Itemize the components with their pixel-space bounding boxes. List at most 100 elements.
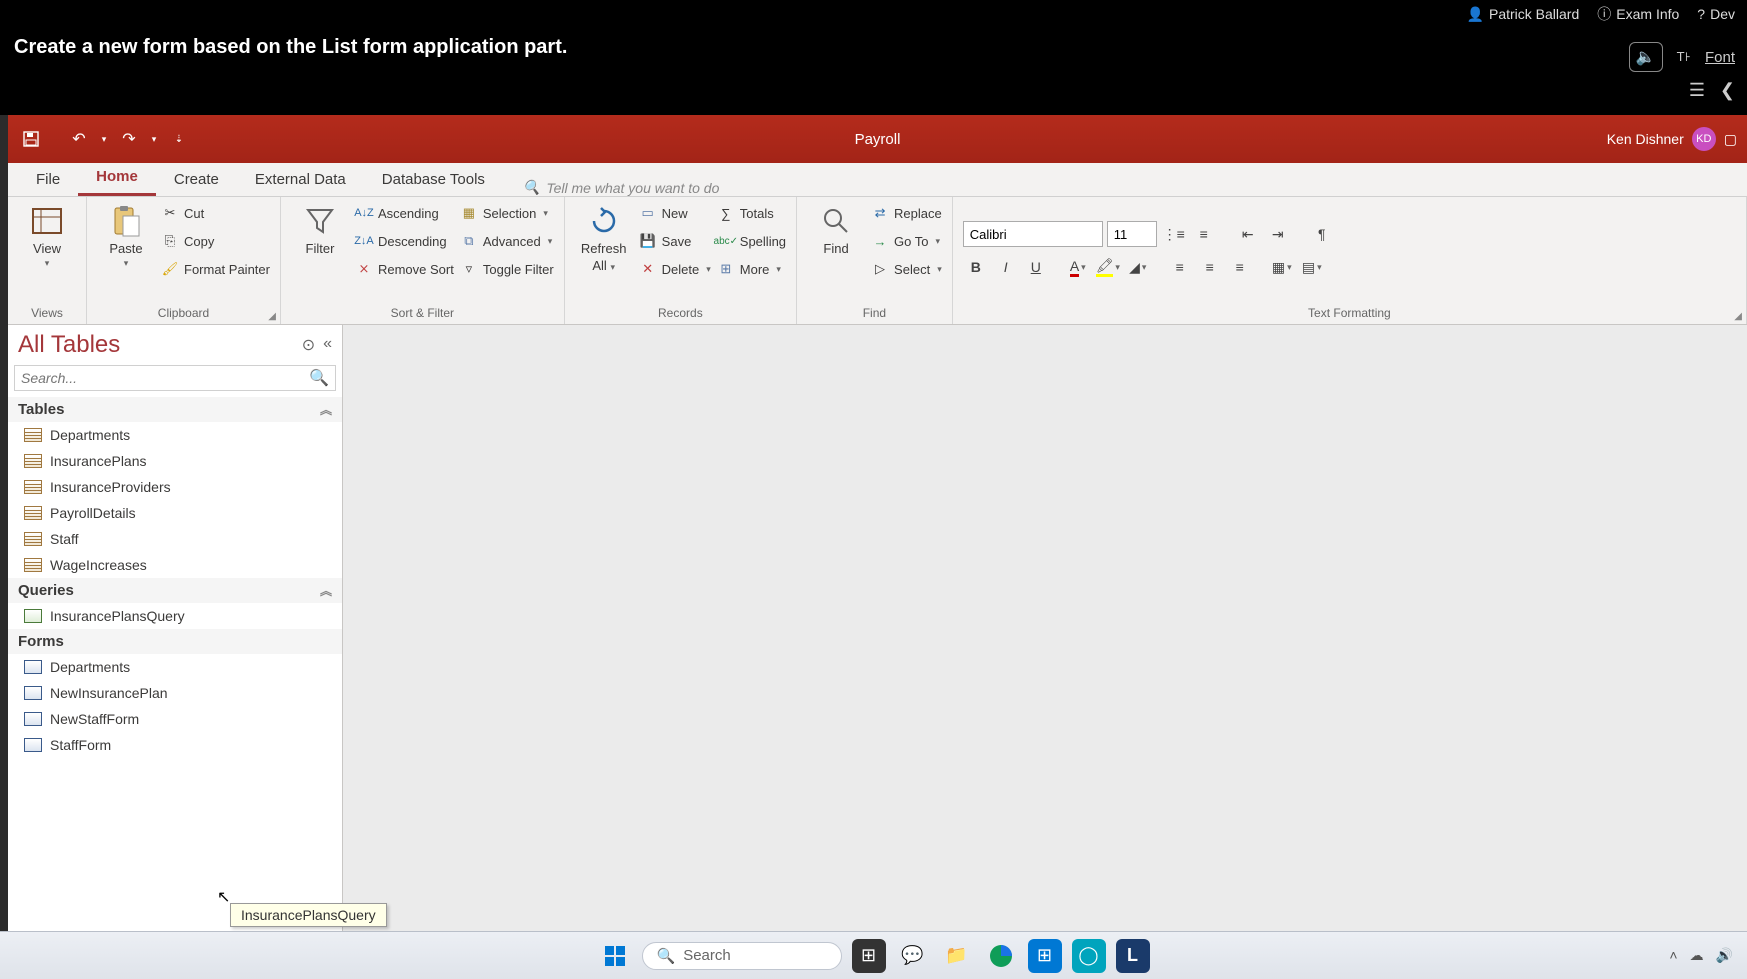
document-title: Payroll (855, 131, 901, 148)
align-center-button[interactable]: ≡ (1197, 255, 1223, 279)
fill-color-button[interactable]: ◢▾ (1125, 255, 1151, 279)
nav-form-staffform[interactable]: StaffForm (8, 732, 342, 758)
nav-collapse-button[interactable]: « (323, 335, 332, 355)
save-record-button[interactable]: 💾Save (639, 229, 711, 253)
chat-button[interactable]: 💬 (896, 939, 930, 973)
font-size-link[interactable]: Font (1705, 49, 1735, 66)
redo-button[interactable]: ↷ (116, 126, 142, 152)
nav-form-departments[interactable]: Departments (8, 654, 342, 680)
remove-sort-button[interactable]: ⨯Remove Sort (355, 257, 454, 281)
select-button[interactable]: ▷Select▾ (871, 257, 942, 281)
nav-search[interactable]: 🔍 (14, 365, 336, 391)
align-right-button[interactable]: ≡ (1227, 255, 1253, 279)
save-qat-button[interactable] (18, 126, 44, 152)
titlebar-user[interactable]: Ken Dishner (1607, 131, 1684, 147)
exam-dev-link[interactable]: ? Dev (1697, 6, 1735, 22)
launcher-icon[interactable]: ◢ (268, 311, 276, 322)
bold-button[interactable]: B (963, 255, 989, 279)
tab-database-tools[interactable]: Database Tools (364, 163, 503, 196)
store-button[interactable]: ⊞ (1028, 939, 1062, 973)
spelling-button[interactable]: abc✓Spelling (717, 229, 786, 253)
nav-search-input[interactable] (21, 370, 309, 386)
nav-table-staff[interactable]: Staff (8, 526, 342, 552)
redo-drop[interactable]: ▾ (148, 126, 160, 152)
nav-dropdown-button[interactable]: ⊙ (302, 335, 315, 355)
replace-button[interactable]: ⇄Replace (871, 201, 942, 225)
qat-customize[interactable]: ⇣ (166, 126, 192, 152)
nav-table-insuranceplans[interactable]: InsurancePlans (8, 448, 342, 474)
bullets-button[interactable]: ⋮≡ (1161, 222, 1187, 246)
selection-button[interactable]: ▦Selection▾ (460, 201, 554, 225)
tab-home[interactable]: Home (78, 160, 156, 196)
highlight-button[interactable]: 🖍▾ (1095, 255, 1121, 279)
app-button-1[interactable]: ◯ (1072, 939, 1106, 973)
descending-button[interactable]: Z↓ADescending (355, 229, 454, 253)
nav-title[interactable]: All Tables (18, 331, 120, 359)
tell-me-search[interactable]: 🔍 Tell me what you want to do (523, 179, 719, 196)
goto-label: Go To (894, 234, 928, 249)
refresh-all-button[interactable]: Refresh All ▾ (575, 201, 633, 273)
alt-row-button[interactable]: ▤▾ (1299, 255, 1325, 279)
nav-table-insuranceproviders[interactable]: InsuranceProviders (8, 474, 342, 500)
nav-group-queries[interactable]: Queries ︽ (8, 578, 342, 603)
filter-button[interactable]: Filter (291, 201, 349, 256)
explorer-button[interactable]: 📁 (940, 939, 974, 973)
nav-query-insuranceplansquery[interactable]: InsurancePlansQuery (8, 603, 342, 629)
task-view-button[interactable]: ⊞ (852, 939, 886, 973)
tray-chevron-icon[interactable]: ˄ (1669, 947, 1677, 964)
italic-button[interactable]: I (993, 255, 1019, 279)
view-button[interactable]: View ▾ (18, 201, 76, 269)
avatar[interactable]: KD (1692, 127, 1716, 151)
window-restore-icon[interactable]: ▢ (1724, 131, 1737, 148)
collapse-icon[interactable]: ❮ (1720, 80, 1735, 101)
font-color-button[interactable]: A▾ (1065, 255, 1091, 279)
start-button[interactable] (598, 939, 632, 973)
nav-group-forms[interactable]: Forms (8, 629, 342, 654)
taskbar-search[interactable]: 🔍 Search (642, 942, 842, 970)
delete-record-button[interactable]: ✕Delete▾ (639, 257, 711, 281)
tab-create[interactable]: Create (156, 163, 237, 196)
nav-table-payrolldetails[interactable]: PayrollDetails (8, 500, 342, 526)
tab-external-data[interactable]: External Data (237, 163, 364, 196)
numbering-button[interactable]: ≡ (1191, 222, 1217, 246)
ascending-button[interactable]: A↓ZAscending (355, 201, 454, 225)
format-painter-button[interactable]: 🖌Format Painter (161, 257, 270, 281)
indent-decrease-button[interactable]: ⇤ (1235, 222, 1261, 246)
mute-button[interactable]: 🔈 (1629, 42, 1663, 72)
undo-drop[interactable]: ▾ (98, 126, 110, 152)
toggle-filter-button[interactable]: ▿Toggle Filter (460, 257, 554, 281)
edge-button[interactable] (984, 939, 1018, 973)
exam-info-link[interactable]: ⓘ Exam Info (1597, 4, 1679, 24)
totals-button[interactable]: ∑Totals (717, 201, 786, 225)
gridlines-button[interactable]: ▦▾ (1269, 255, 1295, 279)
text-direction-button[interactable]: ¶ (1309, 222, 1335, 246)
app-button-2[interactable]: L (1116, 939, 1150, 973)
nav-table-wageincreases[interactable]: WageIncreases (8, 552, 342, 578)
indent-increase-button[interactable]: ⇥ (1265, 222, 1291, 246)
copy-button[interactable]: ⎘Copy (161, 229, 270, 253)
paste-button[interactable]: Paste ▾ (97, 201, 155, 269)
search-icon[interactable]: 🔍 (309, 368, 329, 388)
clear-sort-icon: ⨯ (355, 260, 373, 278)
new-record-button[interactable]: ▭New (639, 201, 711, 225)
group-records: Refresh All ▾ ▭New 💾Save ✕Delete▾ ∑Total… (565, 197, 797, 324)
more-button[interactable]: ⊞More▾ (717, 257, 786, 281)
cut-button[interactable]: ✂Cut (161, 201, 270, 225)
font-name-select[interactable] (963, 221, 1103, 247)
nav-form-newinsuranceplan[interactable]: NewInsurancePlan (8, 680, 342, 706)
goto-button[interactable]: →Go To▾ (871, 229, 942, 253)
advanced-button[interactable]: ⧉Advanced▾ (460, 229, 554, 253)
undo-button[interactable]: ↶ (66, 126, 92, 152)
tray-volume-icon[interactable]: 🔊 (1716, 947, 1733, 964)
tab-file[interactable]: File (18, 163, 78, 196)
list-icon[interactable]: ☰ (1689, 80, 1705, 101)
find-button[interactable]: Find (807, 201, 865, 256)
nav-group-tables[interactable]: Tables ︽ (8, 397, 342, 422)
underline-button[interactable]: U (1023, 255, 1049, 279)
nav-form-newstaffform[interactable]: NewStaffForm (8, 706, 342, 732)
align-left-button[interactable]: ≡ (1167, 255, 1193, 279)
font-size-select[interactable] (1107, 221, 1157, 247)
nav-table-departments[interactable]: Departments (8, 422, 342, 448)
tray-cloud-icon[interactable]: ☁ (1690, 947, 1704, 964)
launcher-icon[interactable]: ◢ (1734, 311, 1742, 322)
